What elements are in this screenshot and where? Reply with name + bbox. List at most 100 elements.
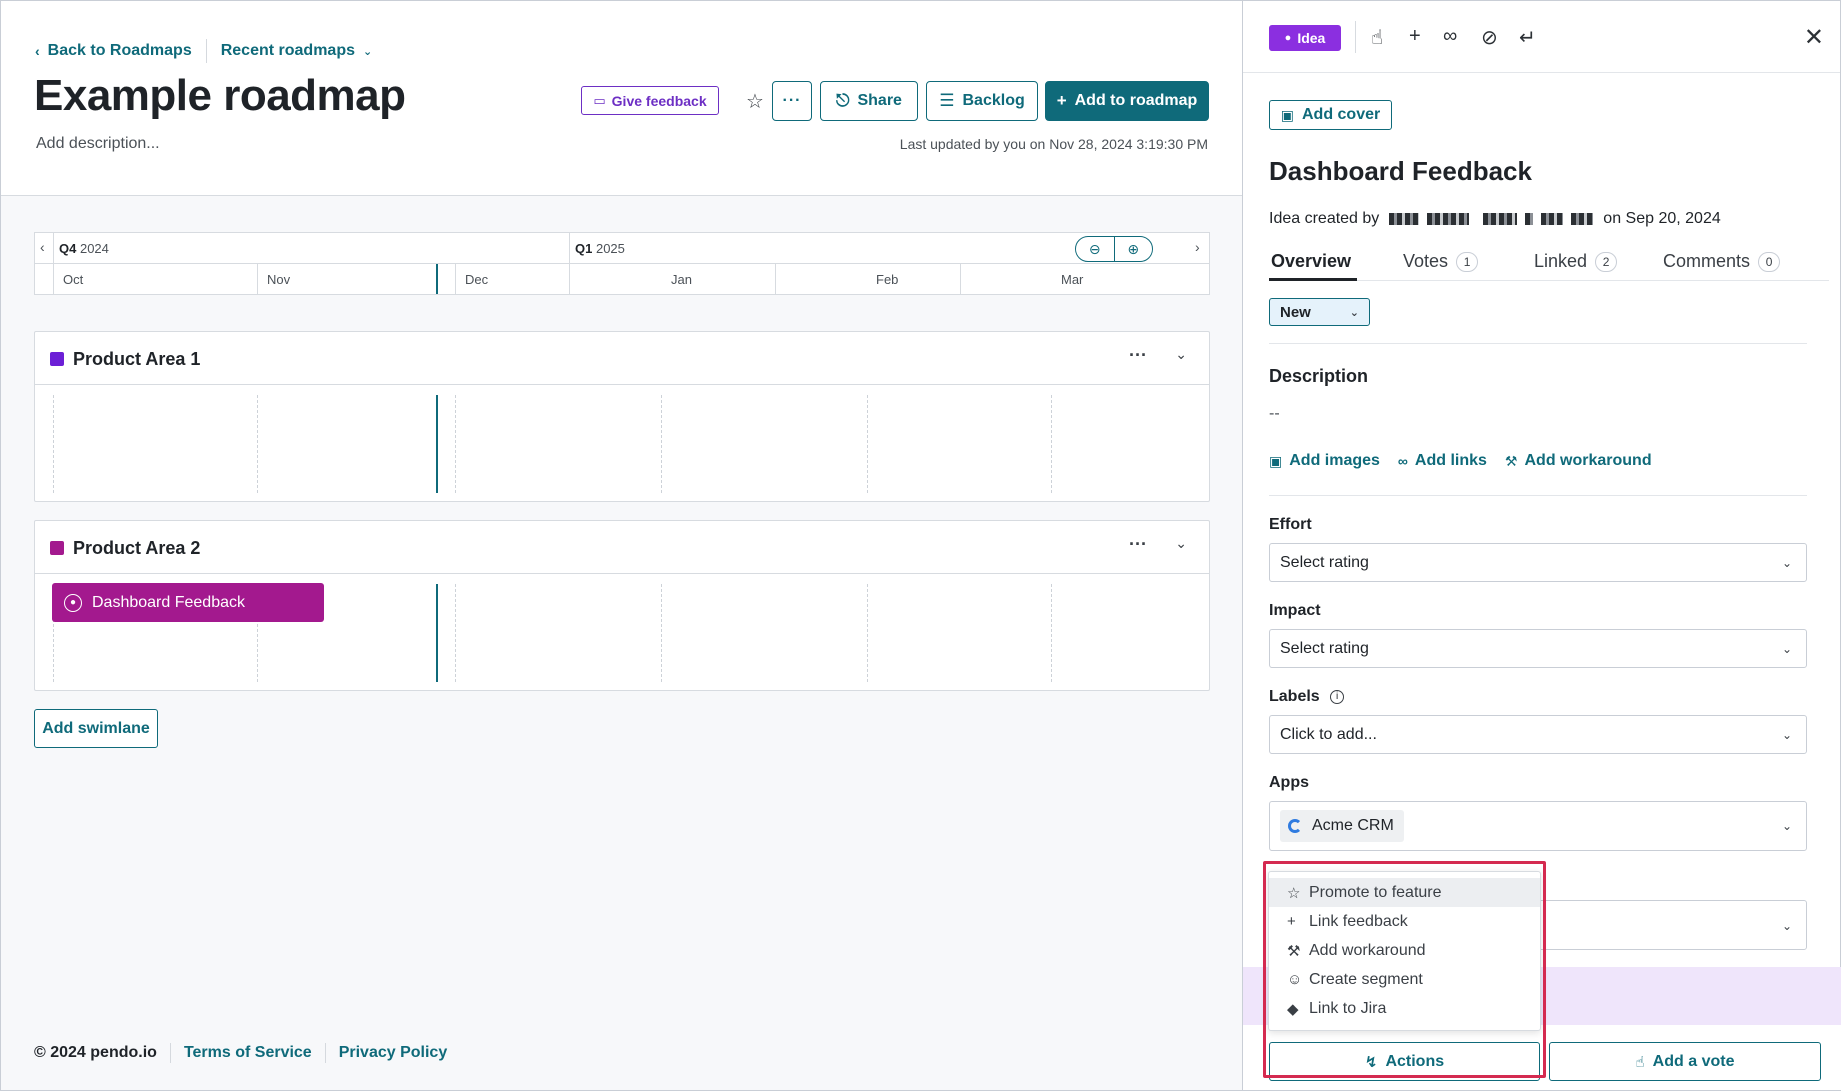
privacy-link[interactable]: Privacy Policy	[339, 1044, 448, 1062]
quarter-row: ‹ Q4 2024 Q1 2025 ⊖ ⊕ ›	[35, 233, 1209, 264]
add-swimlane-button[interactable]: Add swimlane	[34, 709, 158, 748]
tab-overview[interactable]: Overview	[1271, 251, 1351, 272]
menu-item-add-workaround[interactable]: ⚒ Add workaround	[1269, 936, 1540, 965]
tab-linked[interactable]: Linked 2	[1534, 251, 1618, 272]
timeline-next-icon[interactable]: ›	[1195, 239, 1200, 255]
plus-icon[interactable]: +	[1409, 25, 1421, 48]
jira-icon: ◆	[1287, 1000, 1299, 1018]
idea-title: Dashboard Feedback	[1269, 156, 1532, 186]
add-to-roadmap-button[interactable]: + Add to roadmap	[1045, 81, 1209, 121]
backlog-button[interactable]: ☰ Backlog	[926, 81, 1038, 121]
lightbulb-icon: ●	[64, 593, 82, 612]
month-label: Nov	[267, 272, 291, 287]
link-icon: ∞	[1397, 453, 1408, 469]
status-dropdown[interactable]: New ⌄	[1269, 298, 1370, 326]
grid-line	[455, 395, 456, 493]
give-feedback-label: Give feedback	[611, 92, 707, 109]
zoom-in-icon[interactable]: ⊕	[1115, 237, 1153, 261]
more-options-button[interactable]: ···	[772, 81, 812, 121]
redacted-name	[1427, 213, 1470, 225]
roadmap-item-label: Dashboard Feedback	[92, 593, 245, 611]
swimlane-title: Product Area 1	[73, 349, 201, 369]
menu-item-label: Add workaround	[1309, 941, 1426, 959]
redacted-name	[1571, 213, 1594, 225]
lightbulb-icon: ●	[1284, 32, 1292, 44]
divider	[1355, 21, 1356, 53]
chevron-down-icon[interactable]: ⌄	[1175, 346, 1187, 363]
info-icon[interactable]: i	[1330, 689, 1345, 704]
menu-item-create-segment[interactable]: ☺ Create segment	[1269, 965, 1540, 994]
roadmap-view: ‹ Back to Roadmaps Recent roadmaps ⌄ Exa…	[1, 1, 1242, 1090]
share-button[interactable]: ⎋ Share	[820, 81, 918, 121]
effort-select[interactable]: Select rating ⌄	[1269, 543, 1807, 582]
swimlane-header: Product Area 2 ··· ⌄	[35, 521, 1209, 574]
month-label: Mar	[1061, 272, 1084, 287]
menu-item-promote[interactable]: ☆ Promote to feature	[1269, 878, 1540, 907]
menu-item-label: Create segment	[1309, 970, 1423, 988]
favorite-star-button[interactable]: ☆	[740, 81, 770, 121]
description-heading: Description	[1269, 366, 1369, 386]
chevron-left-icon: ‹	[35, 43, 40, 59]
add-cover-button[interactable]: ▣ Add cover	[1269, 100, 1392, 130]
swimlane-title: Product Area 2	[73, 538, 201, 558]
link-icon[interactable]: ∞	[1443, 25, 1457, 48]
zoom-out-icon[interactable]: ⊖	[1076, 237, 1115, 261]
give-feedback-button[interactable]: ▭ Give feedback	[581, 86, 719, 115]
recent-roadmaps-dropdown[interactable]: Recent roadmaps	[221, 42, 355, 60]
tab-comments[interactable]: Comments 0	[1663, 251, 1781, 272]
add-images-link[interactable]: ▣ Add images	[1269, 452, 1380, 470]
swimlane-header: Product Area 1 ··· ⌄	[35, 332, 1209, 385]
add-to-roadmap-label: Add to roadmap	[1074, 92, 1198, 109]
page-title: Example roadmap	[34, 71, 406, 120]
swimlane-more-icon[interactable]: ···	[1129, 534, 1147, 555]
tab-label: Overview	[1271, 251, 1352, 271]
divider	[455, 264, 456, 294]
share-label: Share	[857, 92, 902, 109]
impact-select[interactable]: Select rating ⌄	[1269, 629, 1807, 668]
labels-placeholder: Click to add...	[1280, 725, 1377, 743]
menu-item-label: Link feedback	[1309, 912, 1408, 930]
grid-line	[661, 584, 662, 682]
timeline-prev-icon[interactable]: ‹	[40, 239, 45, 255]
effort-label: Effort	[1269, 516, 1312, 533]
add-workaround-link[interactable]: ⚒ Add workaround	[1505, 452, 1652, 470]
swimlane-more-icon[interactable]: ···	[1129, 345, 1147, 366]
labels-select[interactable]: Click to add... ⌄	[1269, 715, 1807, 754]
tab-votes[interactable]: Votes 1	[1403, 251, 1479, 272]
add-vote-button[interactable]: ☝ Add a vote	[1549, 1042, 1821, 1081]
detail-tabs: Overview Votes 1 Linked 2 Comments 0	[1269, 247, 1829, 281]
tab-label: Comments	[1663, 251, 1751, 271]
tab-count-badge: 2	[1595, 251, 1618, 272]
actions-button[interactable]: ↯ Actions	[1269, 1042, 1540, 1081]
app-chip-label: Acme CRM	[1312, 817, 1394, 834]
description-field[interactable]: Add description...	[36, 135, 160, 153]
chevron-down-icon[interactable]: ⌄	[1175, 535, 1187, 552]
menu-item-link-feedback[interactable]: + Link feedback	[1269, 907, 1540, 936]
apps-select[interactable]: Acme CRM ⌄	[1269, 801, 1807, 851]
add-links-link[interactable]: ∞ Add links	[1398, 452, 1487, 470]
terms-link[interactable]: Terms of Service	[184, 1044, 312, 1062]
chevron-down-icon: ⌄	[1349, 306, 1359, 319]
thumbs-up-icon[interactable]: ☝	[1371, 25, 1383, 50]
return-icon[interactable]: ↵	[1519, 25, 1536, 50]
swimlane-color-swatch	[50, 541, 64, 555]
chevron-down-icon: ⌄	[1781, 727, 1792, 742]
roadmap-header: ‹ Back to Roadmaps Recent roadmaps ⌄ Exa…	[1, 1, 1242, 196]
image-icon: ▣	[1269, 452, 1283, 469]
last-updated-text: Last updated by you on Nov 28, 2024 3:19…	[899, 136, 1208, 152]
tab-count-badge: 0	[1758, 251, 1781, 272]
quarter-label: Q4 2024	[59, 241, 109, 256]
copyright-text: © 2024 pendo.io	[34, 1044, 157, 1061]
app-chip: Acme CRM	[1280, 810, 1404, 842]
chevron-down-icon[interactable]: ⌄	[363, 45, 372, 58]
close-icon[interactable]: ✕	[1804, 23, 1824, 52]
grid-line	[455, 584, 456, 682]
today-marker	[436, 395, 438, 493]
grid-line	[1051, 395, 1052, 493]
menu-item-link-jira[interactable]: ◆ Link to Jira	[1269, 994, 1540, 1023]
chevron-down-icon: ⌄	[1781, 641, 1792, 656]
back-to-roadmaps-link[interactable]: Back to Roadmaps	[48, 42, 192, 60]
bell-off-icon[interactable]: ⊘	[1481, 25, 1498, 50]
roadmap-item-bar[interactable]: ● Dashboard Feedback	[52, 583, 324, 622]
description-value[interactable]: --	[1269, 405, 1280, 423]
